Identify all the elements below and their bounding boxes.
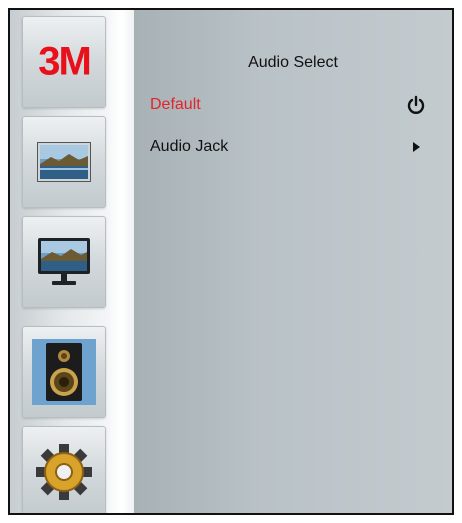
menu-item-label: Audio Jack — [150, 138, 229, 155]
sidebar-item-display[interactable] — [22, 216, 106, 308]
menu-item-label: Default — [150, 96, 201, 113]
menu-item-default[interactable]: Default — [150, 94, 426, 118]
gear-icon — [36, 444, 92, 500]
sidebar-item-logo[interactable]: 3M — [22, 16, 106, 108]
landscape-picture-icon — [37, 142, 91, 182]
monitor-icon — [38, 238, 90, 285]
power-icon — [407, 95, 425, 114]
audio-select-panel: Audio Select Default Audio Jack — [134, 10, 452, 513]
osd-window: 3M Audio Select Default Audio Jack — [8, 8, 454, 515]
menu-item-audio-jack[interactable]: Audio Jack — [150, 136, 426, 160]
3m-logo: 3M — [38, 39, 92, 84]
sidebar-item-picture[interactable] — [22, 116, 106, 208]
sidebar-item-settings[interactable] — [22, 426, 106, 513]
page-title: Audio Select — [248, 54, 338, 71]
arrow-right-icon — [413, 142, 420, 152]
sidebar-item-audio[interactable] — [22, 326, 106, 418]
sidebar: 3M — [10, 10, 110, 513]
speaker-icon — [32, 339, 96, 405]
sidebar-divider — [110, 10, 134, 513]
